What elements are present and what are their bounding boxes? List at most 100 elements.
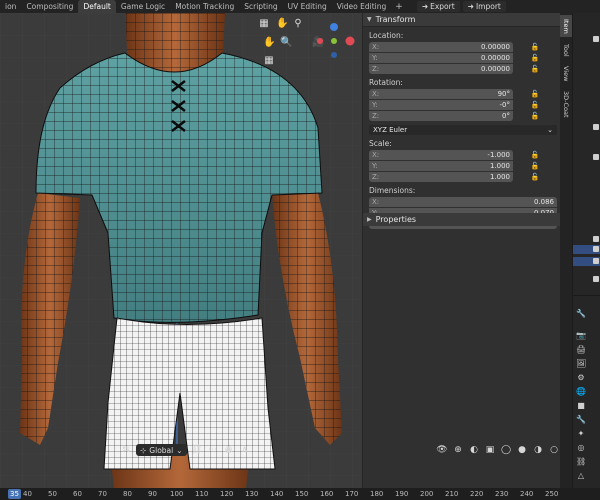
import-icon: ➜ — [467, 2, 474, 11]
lock-icon[interactable]: 🔓 — [529, 151, 541, 159]
snap-link-icon[interactable]: ⛓ — [191, 444, 203, 456]
shading-material-icon[interactable]: ◑ — [532, 444, 544, 456]
view-layer-icon[interactable]: 🖼 — [576, 359, 586, 369]
transform-panel-header[interactable]: ▼ Transform — [363, 13, 560, 27]
tab-animation[interactable]: ion — [0, 0, 21, 13]
shading-wireframe-icon[interactable]: ◯ — [500, 444, 512, 456]
xray-icon[interactable]: ▣ — [484, 444, 496, 456]
location-z-field[interactable]: Z: 0.00000 — [369, 64, 513, 74]
physics-properties-icon[interactable]: ◎ — [576, 443, 586, 453]
import-button[interactable]: ➜ Import — [462, 1, 506, 12]
shading-rendered-icon[interactable]: ○ — [548, 444, 560, 456]
tab-motion-tracking[interactable]: Motion Tracking — [170, 0, 239, 13]
outliner-row-selected[interactable] — [573, 245, 600, 254]
lock-icon[interactable]: 🔓 — [529, 90, 541, 98]
lock-icon[interactable]: 🔓 — [529, 54, 541, 62]
visibility-checkbox[interactable] — [593, 246, 599, 252]
location-x-field[interactable]: X: 0.00000 — [369, 42, 513, 52]
rotation-x-field[interactable]: X: 90° — [369, 89, 513, 99]
3d-viewport[interactable]: ▦ ✋ ⚲ ✋ 🔍 🎥 ▦ — [0, 13, 362, 488]
scale-z-field[interactable]: Z: 1.000 — [369, 172, 513, 182]
tool-properties-icon[interactable]: 🔧 — [576, 309, 586, 319]
scale-y-field[interactable]: Y: 1.000 — [369, 161, 513, 171]
rotation-mode-select[interactable]: XYZ Euler ⌄ — [369, 125, 557, 135]
rotation-y-row: Y: -0° 🔓 — [369, 100, 560, 110]
rotation-y-field[interactable]: Y: -0° — [369, 100, 513, 110]
frame-tick: 90 — [148, 490, 157, 498]
overlays-icon[interactable]: ◐ — [468, 444, 480, 456]
tab-item[interactable]: Item — [560, 15, 572, 37]
location-y-field[interactable]: Y: 0.00000 — [369, 53, 513, 63]
outliner-row[interactable] — [573, 235, 600, 244]
gizmo-toggle-icon[interactable]: ⊕ — [452, 444, 464, 456]
magnify-icon[interactable]: 🔍 — [280, 37, 292, 49]
world-properties-icon[interactable]: 🌐 — [576, 387, 586, 397]
lock-icon[interactable]: 🔓 — [529, 112, 541, 120]
modifier-properties-icon[interactable]: 🔧 — [576, 415, 586, 425]
visibility-checkbox[interactable] — [593, 258, 599, 264]
zoom-icon[interactable]: ⚲ — [292, 18, 304, 30]
rotation-z-field[interactable]: Z: 0° — [369, 111, 513, 121]
visibility-checkbox[interactable] — [593, 236, 599, 242]
import-label: Import — [475, 2, 501, 11]
outliner-row[interactable] — [573, 153, 600, 162]
tab-3d-coat[interactable]: 3D-Coat — [560, 87, 572, 121]
tab-view[interactable]: View — [560, 63, 572, 85]
constraints-properties-icon[interactable]: ⛓ — [576, 457, 586, 467]
outliner-row[interactable] — [573, 123, 600, 132]
scene-properties-icon[interactable]: ⚙ — [576, 373, 586, 383]
current-frame-indicator[interactable]: 35 — [8, 489, 21, 499]
particles-properties-icon[interactable]: ✦ — [576, 429, 586, 439]
falloff-icon[interactable]: ∧ — [239, 444, 251, 456]
scale-x-field[interactable]: X: -1.000 — [369, 150, 513, 160]
object-properties-icon[interactable]: ■ — [576, 401, 586, 411]
lock-icon[interactable]: 🔓 — [529, 101, 541, 109]
navigation-gizmo[interactable] — [312, 15, 360, 63]
tab-default[interactable]: Default — [78, 0, 116, 13]
frame-tick: 200 — [420, 490, 434, 498]
camera-icon[interactable]: ✋ — [276, 18, 288, 30]
proportional-edit-icon[interactable]: ◉ — [223, 444, 235, 456]
tab-scripting[interactable]: Scripting — [239, 0, 282, 13]
visibility-checkbox[interactable] — [593, 124, 599, 130]
lock-icon[interactable]: 🔓 — [529, 173, 541, 181]
field-value: 0.00000 — [481, 54, 510, 62]
rotation-x-row: X: 90° 🔓 — [369, 89, 560, 99]
perspective-icon[interactable]: ▦ — [263, 55, 275, 67]
visibility-checkbox[interactable] — [593, 276, 599, 282]
field-value: 90° — [497, 90, 510, 98]
pivot-icon[interactable]: ⇆ — [120, 444, 132, 456]
chevron-down-icon: ⌄ — [547, 126, 553, 134]
outliner-row[interactable] — [573, 35, 600, 44]
visibility-checkbox[interactable] — [593, 154, 599, 160]
tab-game-logic[interactable]: Game Logic — [116, 0, 170, 13]
grid-icon[interactable]: ▦ — [258, 18, 270, 30]
visibility-icon[interactable]: 👁 — [436, 444, 448, 456]
outliner-row-selected[interactable] — [573, 257, 600, 266]
properties-panel-header[interactable]: ▶ Properties — [363, 213, 561, 226]
axis-label: Y: — [372, 54, 378, 62]
tab-uv-editing[interactable]: UV Editing — [283, 0, 332, 13]
lock-icon[interactable]: 🔓 — [529, 65, 541, 73]
add-workspace-button[interactable]: + — [391, 2, 407, 12]
transform-orientation-dropdown[interactable]: ⊹ Global ⌄ — [136, 444, 187, 456]
frame-tick: 180 — [370, 490, 384, 498]
render-properties-icon[interactable]: 📷 — [576, 331, 586, 341]
lock-icon[interactable]: 🔓 — [529, 162, 541, 170]
shading-solid-icon[interactable]: ● — [516, 444, 528, 456]
output-properties-icon[interactable]: 🖨 — [576, 345, 586, 355]
dimensions-x-field[interactable]: X: 0.086 — [369, 197, 557, 207]
tab-compositing[interactable]: Compositing — [21, 0, 78, 13]
tab-tool[interactable]: Tool — [560, 39, 572, 61]
data-properties-icon[interactable]: △ — [576, 471, 586, 481]
tab-video-editing[interactable]: Video Editing — [332, 0, 392, 13]
frame-tick: 110 — [195, 490, 209, 498]
export-button[interactable]: ➜ Export — [416, 1, 460, 12]
snap-magnet-icon[interactable]: ⋯ — [207, 444, 219, 456]
hand-pan-icon[interactable]: ✋ — [263, 37, 275, 49]
outliner-row[interactable] — [573, 275, 600, 284]
visibility-checkbox[interactable] — [593, 36, 599, 42]
timeline-ruler[interactable]: 35 40 50 60 70 80 90 100 110 120 130 140… — [0, 488, 600, 500]
lock-icon[interactable]: 🔓 — [529, 43, 541, 51]
expand-triangle-icon: ▶ — [367, 216, 372, 223]
